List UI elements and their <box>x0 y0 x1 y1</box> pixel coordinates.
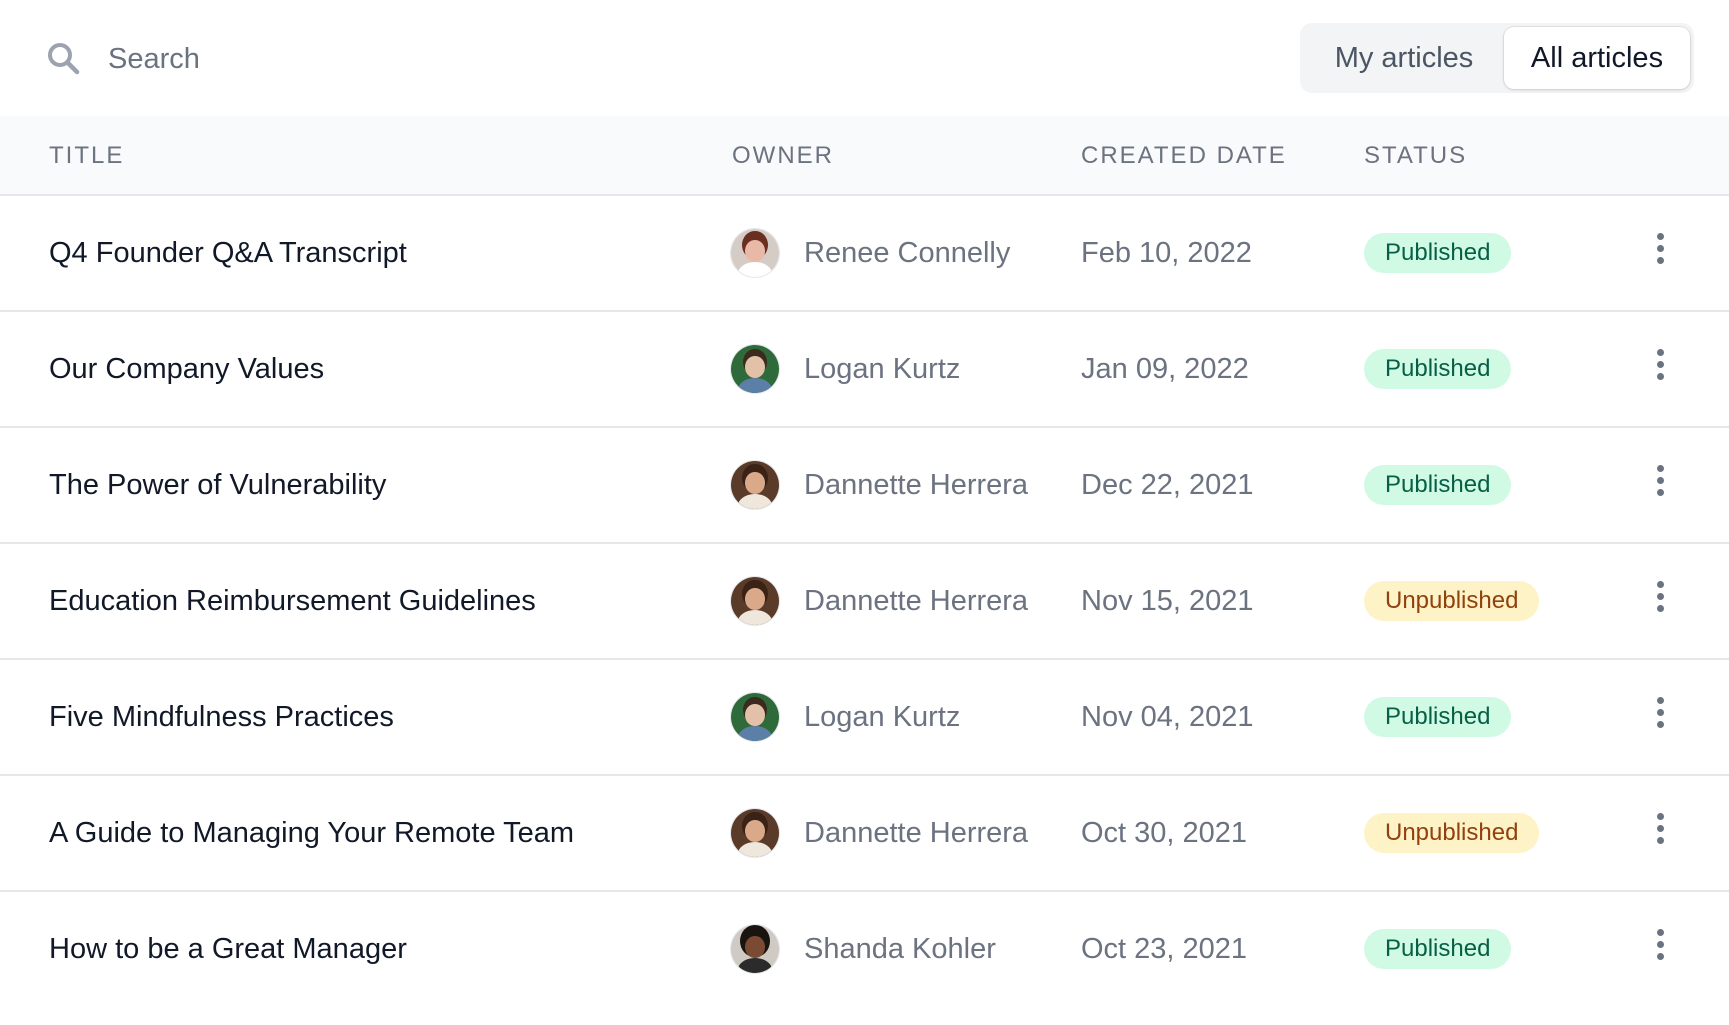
owner-cell: Dannette Herrera <box>730 776 1028 890</box>
status-cell: Published <box>1364 196 1512 310</box>
avatar <box>730 460 780 510</box>
created-date: Nov 04, 2021 <box>1081 700 1254 733</box>
created-date: Oct 23, 2021 <box>1081 932 1248 965</box>
owner-cell: Dannette Herrera <box>730 544 1028 658</box>
owner-name: Dannette Herrera <box>804 468 1029 501</box>
created-date: Dec 22, 2021 <box>1081 468 1254 501</box>
header-created-date[interactable]: CREATED DATE <box>1081 116 1287 196</box>
status-badge: Published <box>1364 465 1512 505</box>
created-date: Oct 30, 2021 <box>1081 816 1248 849</box>
articles-table: TITLE OWNER CREATED DATE STATUS Q4 Found… <box>0 116 1729 1008</box>
row-actions <box>1640 428 1680 542</box>
created-date: Nov 15, 2021 <box>1081 584 1254 617</box>
avatar <box>730 692 780 742</box>
owner-name: Logan Kurtz <box>804 700 961 733</box>
row-actions <box>1640 660 1680 774</box>
article-title[interactable]: The Power of Vulnerability <box>49 428 386 542</box>
avatar <box>730 924 780 974</box>
search-input[interactable] <box>108 42 668 76</box>
avatar <box>730 228 780 278</box>
owner-name: Renee Connelly <box>804 236 1011 269</box>
header-owner[interactable]: OWNER <box>732 116 834 196</box>
owner-cell: Dannette Herrera <box>730 428 1028 542</box>
article-title[interactable]: Q4 Founder Q&A Transcript <box>49 196 407 310</box>
owner-cell: Logan Kurtz <box>730 660 960 774</box>
header-status[interactable]: STATUS <box>1364 116 1467 196</box>
status-badge: Published <box>1364 929 1512 969</box>
created-date: Feb 10, 2022 <box>1081 236 1252 269</box>
more-vertical-icon[interactable] <box>1649 227 1672 270</box>
table-row[interactable]: A Guide to Managing Your Remote Team Dan… <box>0 776 1729 892</box>
my-articles-button[interactable]: My articles <box>1304 27 1504 89</box>
article-title[interactable]: Our Company Values <box>49 312 324 426</box>
status-cell: Published <box>1364 312 1512 426</box>
more-vertical-icon[interactable] <box>1649 459 1672 502</box>
table-row[interactable]: Education Reimbursement Guidelines Danne… <box>0 544 1729 660</box>
article-title[interactable]: Five Mindfulness Practices <box>49 660 394 774</box>
owner-cell: Logan Kurtz <box>730 312 960 426</box>
more-vertical-icon[interactable] <box>1649 691 1672 734</box>
avatar <box>730 344 780 394</box>
row-actions <box>1640 892 1680 1006</box>
search-bar <box>44 34 744 84</box>
table-row[interactable]: Five Mindfulness Practices Logan Kurtz N… <box>0 660 1729 776</box>
status-cell: Unpublished <box>1364 776 1540 890</box>
row-actions <box>1640 776 1680 890</box>
owner-cell: Shanda Kohler <box>730 892 996 1006</box>
table-row[interactable]: Our Company Values Logan Kurtz Jan 09, 2… <box>0 312 1729 428</box>
status-badge: Published <box>1364 233 1512 273</box>
article-title[interactable]: How to be a Great Manager <box>49 892 407 1006</box>
table-row[interactable]: How to be a Great Manager Shanda Kohler … <box>0 892 1729 1008</box>
row-actions <box>1640 544 1680 658</box>
table-row[interactable]: Q4 Founder Q&A Transcript Renee Connelly… <box>0 196 1729 312</box>
row-actions <box>1640 196 1680 310</box>
owner-name: Dannette Herrera <box>804 816 1029 849</box>
articles-filter-toggle: My articles All articles <box>1300 23 1694 93</box>
more-vertical-icon[interactable] <box>1649 575 1672 618</box>
article-title[interactable]: A Guide to Managing Your Remote Team <box>49 776 574 890</box>
table-header: TITLE OWNER CREATED DATE STATUS <box>0 116 1729 196</box>
status-cell: Published <box>1364 660 1512 774</box>
more-vertical-icon[interactable] <box>1649 923 1672 966</box>
toolbar: My articles All articles <box>0 0 1729 116</box>
avatar <box>730 576 780 626</box>
owner-name: Logan Kurtz <box>804 352 961 385</box>
status-badge: Published <box>1364 697 1512 737</box>
table-row[interactable]: The Power of Vulnerability Dannette Herr… <box>0 428 1729 544</box>
more-vertical-icon[interactable] <box>1649 343 1672 386</box>
status-cell: Published <box>1364 892 1512 1006</box>
search-icon <box>44 39 84 79</box>
table-body: Q4 Founder Q&A Transcript Renee Connelly… <box>0 196 1729 1008</box>
row-actions <box>1640 312 1680 426</box>
owner-cell: Renee Connelly <box>730 196 1010 310</box>
header-title[interactable]: TITLE <box>49 116 124 196</box>
status-badge: Unpublished <box>1364 581 1540 621</box>
created-date: Jan 09, 2022 <box>1081 352 1249 385</box>
articles-page: My articles All articles TITLE OWNER CRE… <box>0 0 1729 1025</box>
owner-name: Shanda Kohler <box>804 932 996 965</box>
status-badge: Unpublished <box>1364 813 1540 853</box>
status-badge: Published <box>1364 349 1512 389</box>
avatar <box>730 808 780 858</box>
owner-name: Dannette Herrera <box>804 584 1029 617</box>
status-cell: Unpublished <box>1364 544 1540 658</box>
article-title[interactable]: Education Reimbursement Guidelines <box>49 544 536 658</box>
more-vertical-icon[interactable] <box>1649 807 1672 850</box>
status-cell: Published <box>1364 428 1512 542</box>
all-articles-button[interactable]: All articles <box>1504 27 1690 89</box>
